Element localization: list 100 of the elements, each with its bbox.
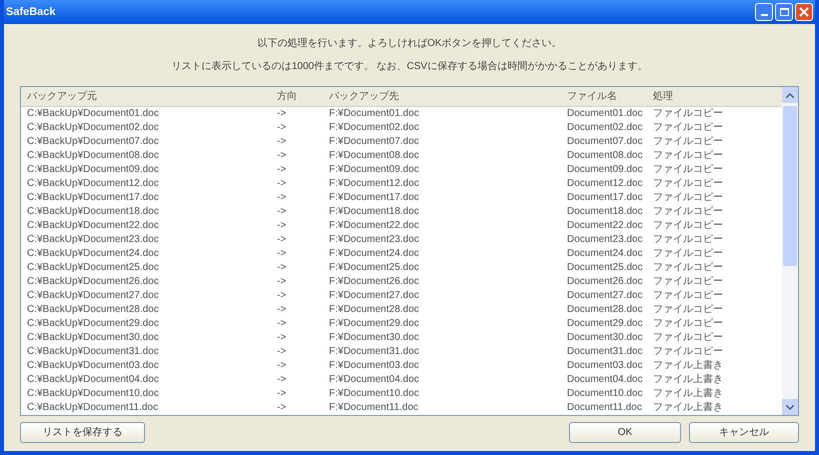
table-cell-text: F:¥Document25.doc [328,261,420,275]
table-cell-text: -> [277,135,288,149]
table-cell-text: F:¥Document18.doc [328,205,420,219]
table-cell-text: C:¥BackUp¥Document03.doc [26,359,160,373]
table-cell-text: ファイルコピー [653,331,724,345]
table-cell-text: ファイルコピー [653,121,724,135]
table-cell-text: F:¥Document31.doc [328,345,420,359]
table-cell-text: F:¥Document28.doc [328,303,420,317]
table-cell-text: ファイルコピー [653,205,724,219]
table-cell-text: Document30.doc [567,331,644,345]
save-list-button[interactable]: リストを保存する [20,422,145,443]
table-cell-text: Document09.doc [567,163,644,177]
window-title: SafeBack [6,4,56,20]
table-cell-text: -> [277,149,288,163]
table-cell-text: -> [277,303,288,317]
table-cell-text: F:¥Document03.doc [328,359,420,373]
table-cell-text: ファイルコピー [653,135,724,149]
table-cell-text: Document24.doc [567,247,644,261]
table-cell-text: F:¥Document08.doc [328,149,420,163]
table-cell-text: -> [277,191,288,205]
table-cell-text: Document18.doc [567,205,644,219]
table-cell-text: C:¥BackUp¥Document08.doc [26,149,160,163]
table-cell-text: F:¥Document26.doc [328,275,420,289]
table-cell-text: C:¥BackUp¥Document27.doc [26,289,160,303]
table-cell-text: -> [277,275,288,289]
table-cell-text: ファイルコピー [653,345,724,359]
scroll-up-icon[interactable] [782,87,798,103]
table-cell-text: ファイルコピー [653,107,724,121]
table-cell-text: C:¥BackUp¥Document25.doc [26,261,160,275]
table-cell-text: F:¥Document04.doc [328,373,420,387]
close-icon[interactable] [795,3,813,21]
info-message: 以下の処理を行います。よろしければOKボタンを押してください。 [257,36,562,51]
table-cell-text: ファイルコピー [653,317,724,331]
table-cell-text: Document17.doc [567,191,644,205]
table-cell-text: C:¥BackUp¥Document18.doc [26,205,160,219]
table-cell-text: Document26.doc [567,275,644,289]
table-cell-text: C:¥BackUp¥Document23.doc [26,233,160,247]
table-cell-text: ファイルコピー [653,247,724,261]
scroll-thumb[interactable] [783,106,797,266]
table-cell-text: C:¥BackUp¥Document29.doc [26,317,160,331]
scrollbar[interactable] [782,87,798,415]
table-cell-text: ファイルコピー [653,261,724,275]
cancel-button[interactable]: キャンセル [689,422,799,443]
table-cell-text: Document01.doc [567,107,644,121]
column-header[interactable]: 方向 [277,87,323,106]
table-cell-text: C:¥BackUp¥Document07.doc [26,135,160,149]
column-header[interactable]: ファイル名 [567,87,653,106]
table-cell-text: Document12.doc [567,177,644,191]
table-cell-text: Document22.doc [567,219,644,233]
table-cell-text: -> [277,359,288,373]
table-cell-text: F:¥Document07.doc [328,135,420,149]
table-cell-text: C:¥BackUp¥Document24.doc [26,247,160,261]
table-cell-text: -> [277,387,288,401]
table-cell-text: ファイル上書き [653,359,724,373]
table-cell-text: Document11.doc [567,401,643,415]
table-cell-text: C:¥BackUp¥Document22.doc [26,219,160,233]
table-cell-text: F:¥Document23.doc [328,233,420,247]
table-cell-text: ファイルコピー [653,191,724,205]
column-header[interactable]: バックアップ元 [21,87,277,106]
table-cell-text: ファイルコピー [653,177,724,191]
scroll-down-icon[interactable] [782,399,798,415]
table-cell-text: F:¥Document01.doc [328,107,420,121]
table-cell-text: C:¥BackUp¥Document02.doc [26,121,160,135]
table-cell-text: -> [277,219,288,233]
table-cell-text: -> [277,247,288,261]
table-cell-text: Document29.doc [567,317,644,331]
table-cell-text: C:¥BackUp¥Document17.doc [26,191,160,205]
table-cell-text: -> [277,121,288,135]
table-cell-text: ファイル上書き [653,373,724,387]
maximize-icon[interactable] [775,3,793,21]
table-cell-text: Document23.doc [567,233,644,247]
table-cell-text: F:¥Document29.doc [328,317,420,331]
table-cell-text: Document03.doc [567,359,644,373]
table-cell-text: Document10.doc [567,387,644,401]
table-cell-text: -> [277,177,288,191]
table-cell-text: ファイルコピー [653,289,724,303]
table-cell-text: -> [277,107,288,121]
table-cell-text: F:¥Document17.doc [328,191,420,205]
table-cell-text: -> [277,289,288,303]
table-cell-text: -> [277,233,288,247]
table-cell-text: ファイルコピー [653,303,724,317]
table-cell-text: ファイル上書き [653,401,724,415]
table-cell-text: Document27.doc [567,289,644,303]
table-cell-text: C:¥BackUp¥Document28.doc [26,303,160,317]
table-cell-text: -> [277,401,288,415]
ok-button[interactable]: OK [569,422,681,443]
minimize-icon[interactable] [755,3,773,21]
table-cell-text: F:¥Document24.doc [328,247,420,261]
table-cell-text: C:¥BackUp¥Document01.doc [26,107,160,121]
table-cell-text: C:¥BackUp¥Document26.doc [26,275,160,289]
table-cell-text: -> [277,205,288,219]
table-cell-text: F:¥Document12.doc [328,177,420,191]
table-cell-text: Document25.doc [567,261,644,275]
table-cell-text: C:¥BackUp¥Document10.doc [26,387,160,401]
column-header[interactable]: バックアップ先 [323,87,567,106]
table-cell-text: -> [277,345,288,359]
table-cell-text: -> [277,331,288,345]
table-cell-text: F:¥Document10.doc [328,387,420,401]
column-header[interactable]: 処理 [653,87,763,106]
table-cell-text: Document31.doc [567,345,644,359]
